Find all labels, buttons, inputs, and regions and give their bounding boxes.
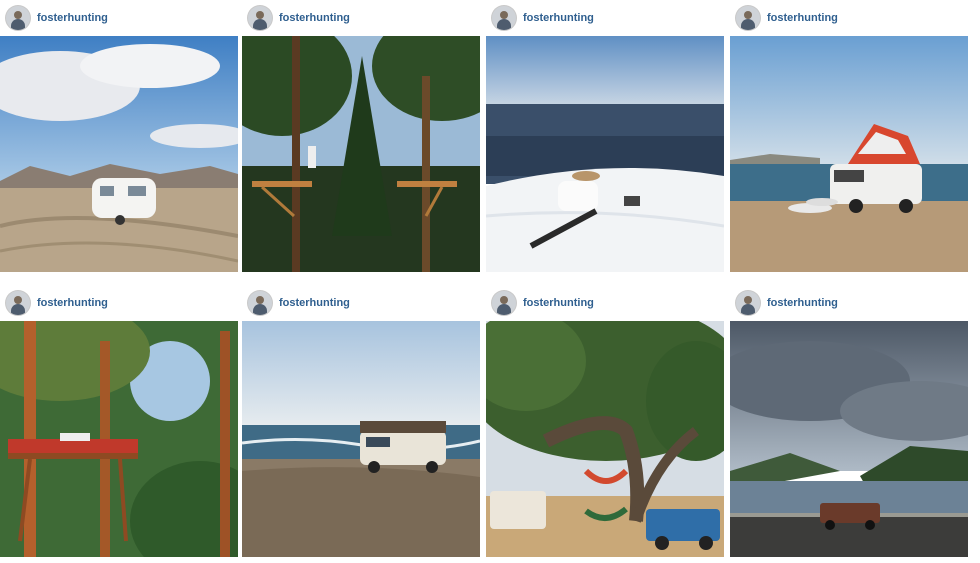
post-header: fosterhunting	[730, 285, 968, 321]
post-photo[interactable]	[242, 321, 480, 557]
username-link[interactable]: fosterhunting	[279, 12, 350, 24]
avatar[interactable]	[736, 6, 760, 30]
post-header: fosterhunting	[730, 0, 968, 36]
username-link[interactable]: fosterhunting	[767, 297, 838, 309]
feed-post: fosterhunting	[0, 0, 238, 272]
avatar[interactable]	[248, 6, 272, 30]
post-photo[interactable]	[486, 321, 724, 557]
username-link[interactable]: fosterhunting	[37, 297, 108, 309]
feed-post: fosterhunting	[242, 285, 480, 557]
username-link[interactable]: fosterhunting	[37, 12, 108, 24]
username-link[interactable]: fosterhunting	[523, 12, 594, 24]
feed-post: fosterhunting	[242, 0, 480, 272]
post-header: fosterhunting	[0, 285, 238, 321]
feed-post: fosterhunting	[730, 285, 968, 557]
username-link[interactable]: fosterhunting	[767, 12, 838, 24]
feed-post: fosterhunting	[486, 0, 724, 272]
post-header: fosterhunting	[242, 0, 480, 36]
post-photo[interactable]	[730, 36, 968, 272]
avatar[interactable]	[736, 291, 760, 315]
post-photo[interactable]	[486, 36, 724, 272]
avatar[interactable]	[248, 291, 272, 315]
post-header: fosterhunting	[486, 0, 724, 36]
post-photo[interactable]	[0, 321, 238, 557]
feed-post: fosterhunting	[0, 285, 238, 557]
post-photo[interactable]	[730, 321, 968, 557]
avatar[interactable]	[492, 291, 516, 315]
feed-post: fosterhunting	[486, 285, 724, 557]
post-header: fosterhunting	[0, 0, 238, 36]
avatar[interactable]	[6, 6, 30, 30]
username-link[interactable]: fosterhunting	[279, 297, 350, 309]
post-photo[interactable]	[242, 36, 480, 272]
avatar[interactable]	[492, 6, 516, 30]
post-photo[interactable]	[0, 36, 238, 272]
avatar[interactable]	[6, 291, 30, 315]
post-header: fosterhunting	[486, 285, 724, 321]
post-header: fosterhunting	[242, 285, 480, 321]
username-link[interactable]: fosterhunting	[523, 297, 594, 309]
feed-post: fosterhunting	[730, 0, 968, 272]
